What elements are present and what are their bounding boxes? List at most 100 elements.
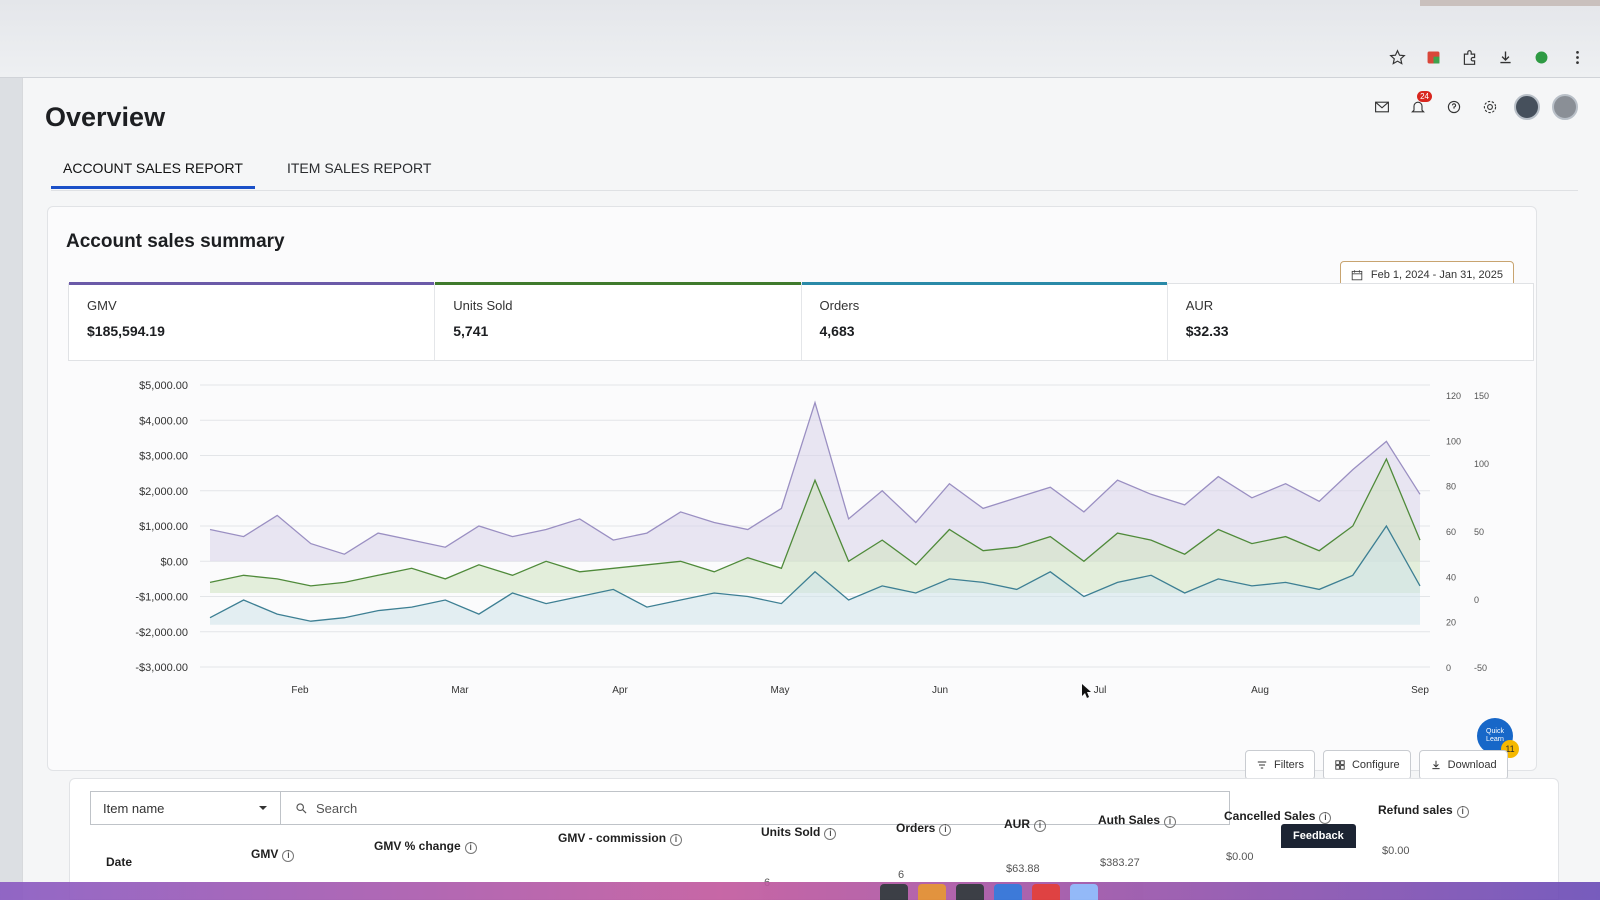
configure-label: Configure [1351,759,1400,771]
info-icon[interactable]: i [670,834,683,846]
y2-tick-label: 80 [1446,482,1456,492]
dock-app[interactable] [880,884,908,900]
col-label: Cancelled Sales [1224,809,1316,823]
x-tick-label: Aug [1251,685,1269,696]
puzzle-icon[interactable] [1458,46,1480,68]
y-tick-label: $3,000.00 [139,451,188,463]
col-label: Units Sold [761,825,821,839]
col-gmv[interactable]: GMV i [251,847,295,862]
col-label: GMV % change [374,839,461,853]
dock-app[interactable] [1070,884,1098,900]
y-tick-label: $1,000.00 [139,521,188,533]
metric-value: $32.33 [1185,323,1229,339]
filter-lines-icon [1257,761,1267,769]
y-tick-label: $2,000.00 [139,486,188,498]
info-icon[interactable]: i [282,850,295,862]
page: Overview 24 ACCOUNT SALES REPORT ITEM SA… [22,78,1600,900]
x-tick-label: Sep [1411,685,1429,696]
info-icon[interactable]: i [1456,806,1469,818]
search-placeholder: Search [316,800,358,816]
bookmark-star-icon[interactable] [1386,46,1408,68]
dock-app[interactable] [1032,884,1060,900]
tab-account-sales-report[interactable]: ACCOUNT SALES REPORT [51,156,255,189]
col-aur[interactable]: AUR i [1004,817,1046,832]
flag-avatar[interactable] [1514,94,1540,120]
date-range-label: Feb 1, 2024 - Jan 31, 2025 [1370,269,1503,281]
item-name-select[interactable]: Item name [90,791,280,825]
col-gmv-commission[interactable]: GMV - commission i [558,831,683,846]
col-units-sold[interactable]: Units Sold i [761,825,837,840]
col-cancelled-sales[interactable]: Cancelled Sales i [1224,809,1332,824]
col-orders[interactable]: Orders i [896,821,952,836]
dock-app[interactable] [918,884,946,900]
metric-value: 4,683 [819,323,855,339]
browser-tools [1386,46,1588,68]
feedback-button[interactable]: Feedback [1281,824,1356,848]
search-input[interactable]: Search [280,791,1230,825]
y2-tick-label: 120 [1446,391,1461,401]
settings-gear-icon[interactable] [1478,95,1502,119]
notification-bell-icon[interactable]: 24 [1406,91,1432,119]
y2-tick-label: 100 [1446,436,1461,446]
metric-label: Orders [819,298,860,313]
download-icon[interactable] [1494,46,1516,68]
y2-tick-label: 40 [1446,572,1456,582]
y-tick-label: $0.00 [160,556,188,568]
metric-units-bar [435,282,801,285]
y-tick-label: $5,000.00 [139,380,188,392]
col-label: Orders [896,821,936,835]
metric-aur[interactable]: AUR $32.33 [1168,284,1533,360]
tab-item-sales-report[interactable]: ITEM SALES REPORT [275,156,443,189]
extension-icon[interactable] [1422,46,1444,68]
x-tick-label: May [771,685,790,696]
metric-units-sold[interactable]: Units Sold 5,741 [435,282,802,360]
info-icon[interactable]: i [939,824,952,836]
metric-value: 5,741 [453,323,489,339]
user-avatar[interactable] [1552,94,1578,120]
cell-aur: $63.88 [1006,863,1040,875]
mail-icon[interactable] [1370,95,1394,119]
download-icon [1432,760,1440,770]
cell-cancelled: $0.00 [1226,851,1254,863]
col-label: Auth Sales [1098,813,1161,827]
dock-app[interactable] [956,884,984,900]
mouse-cursor-icon [1082,684,1091,698]
grid-icon [1335,760,1345,770]
y2-tick-label: 20 [1446,618,1456,628]
filters-button[interactable]: Filters [1245,750,1315,780]
metric-orders[interactable]: Orders 4,683 [801,282,1168,360]
dock-app[interactable] [994,884,1022,900]
metric-gmv[interactable]: GMV $185,594.19 [69,282,436,360]
metric-value: $185,594.19 [87,323,165,339]
os-menubar [1420,0,1600,6]
dock-items [880,884,1098,900]
help-icon[interactable] [1442,95,1466,119]
col-date[interactable]: Date [106,855,132,869]
cell-auth-sales: $383.27 [1100,857,1140,869]
info-icon[interactable]: i [1034,820,1046,832]
info-icon[interactable]: i [1319,812,1332,824]
info-icon[interactable]: i [464,842,477,854]
more-menu-icon[interactable] [1566,46,1588,68]
download-button[interactable]: Download [1418,750,1508,780]
metric-label: GMV [87,298,117,313]
configure-button[interactable]: Configure [1322,750,1411,780]
filters-label: Filters [1274,759,1304,771]
browser-toolbar [0,0,1600,78]
notification-badge: 24 [1417,91,1432,102]
download-label: Download [1447,759,1497,771]
x-tick-label: Feb [291,685,309,696]
info-icon[interactable]: i [1164,816,1177,828]
y-tick-label: -$3,000.00 [135,662,188,674]
y3-tick-label: 150 [1474,391,1489,401]
metric-orders-bar [801,282,1167,285]
col-auth-sales[interactable]: Auth Sales i [1098,813,1177,828]
col-gmv-change[interactable]: GMV % change i [374,839,477,854]
info-icon[interactable]: i [824,828,837,840]
col-refund-sales[interactable]: Refund sales i [1378,803,1469,818]
col-label: Refund sales [1378,803,1453,817]
y2-tick-label: 60 [1446,527,1456,537]
profile-dot-icon[interactable] [1530,46,1552,68]
search-icon [296,802,307,813]
cell-orders: 6 [898,869,905,881]
